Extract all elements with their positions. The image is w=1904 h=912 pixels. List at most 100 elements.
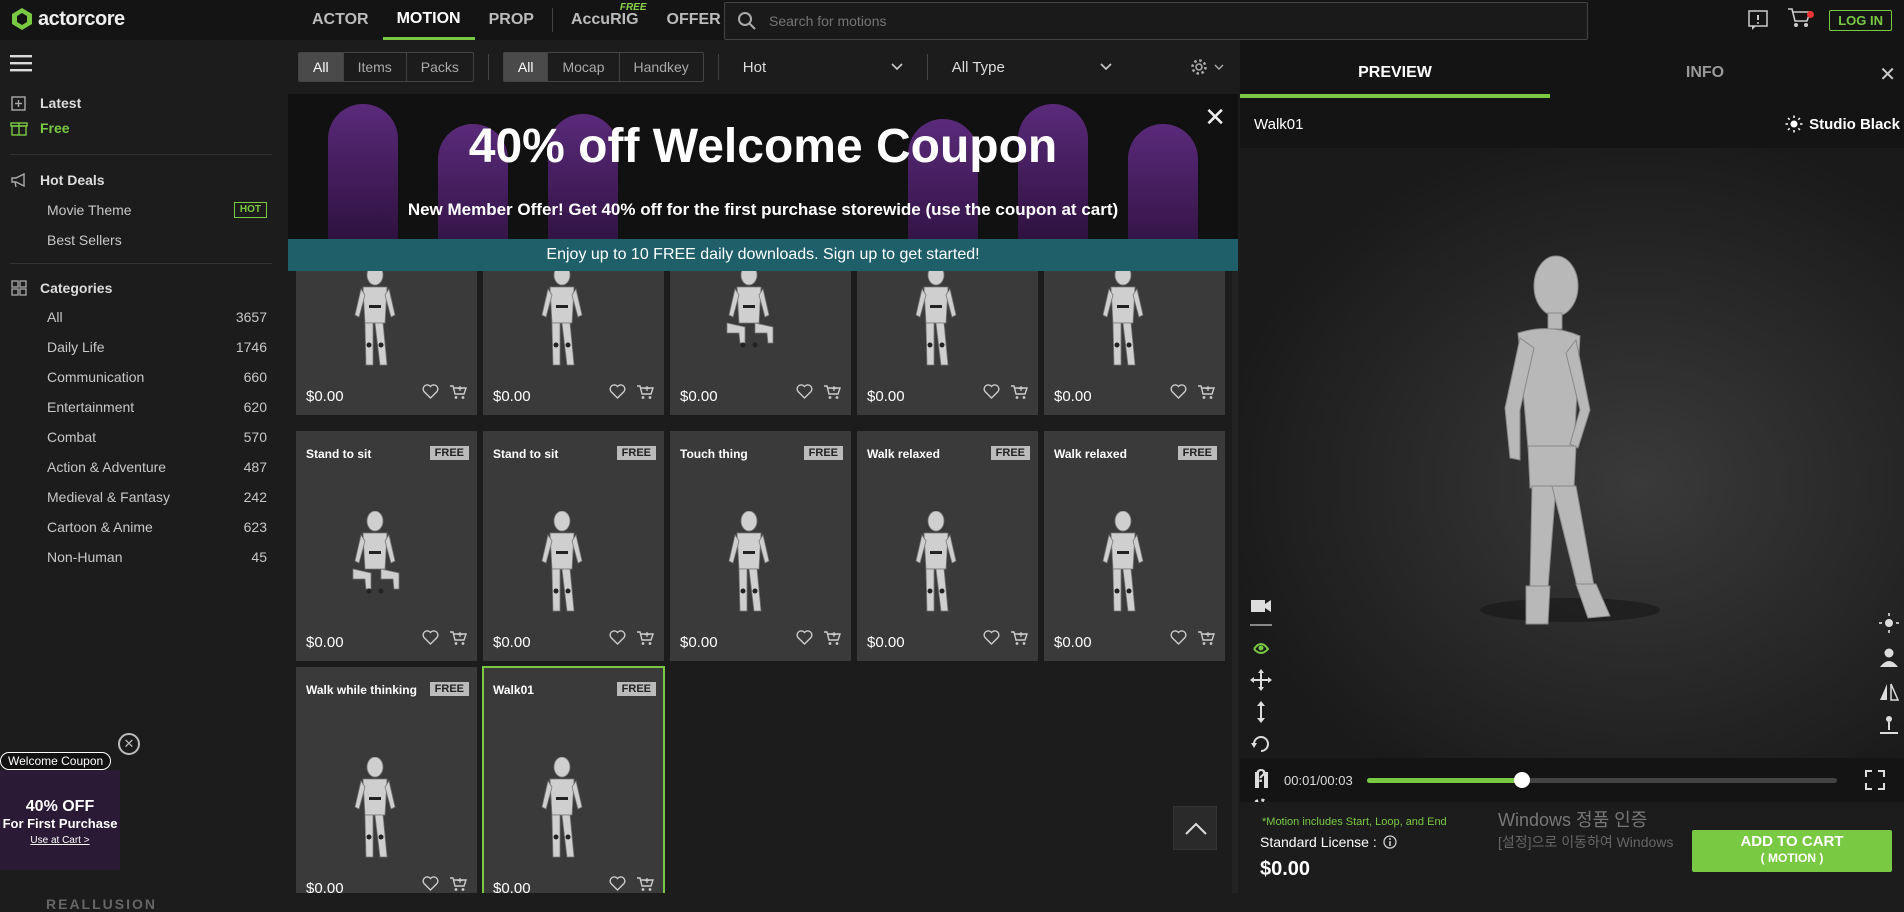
camera-icon[interactable] xyxy=(1250,598,1272,614)
search-input[interactable] xyxy=(769,13,1587,29)
favorite-icon[interactable] xyxy=(609,630,626,651)
category-item[interactable]: Action & Adventure 487 xyxy=(47,459,267,475)
favorite-icon[interactable] xyxy=(1170,384,1187,405)
favorite-icon[interactable] xyxy=(422,384,439,405)
sort-dropdown[interactable]: Hot xyxy=(733,59,913,76)
welcome-coupon-popup[interactable]: ✕ 40% OFF For First Purchase Use at Cart… xyxy=(0,733,140,870)
nav-actor[interactable]: ACTOR xyxy=(298,0,383,40)
favorite-icon[interactable] xyxy=(422,876,439,893)
timeline-slider[interactable] xyxy=(1366,771,1837,788)
add-to-cart-icon[interactable] xyxy=(1197,384,1215,405)
add-to-cart-button[interactable]: ADD TO CART ( MOTION ) xyxy=(1692,830,1892,872)
add-to-cart-icon[interactable] xyxy=(449,630,467,651)
category-item[interactable]: Combat 570 xyxy=(47,429,267,445)
3d-viewport[interactable]: ? xyxy=(1240,148,1904,818)
pause-icon[interactable] xyxy=(1254,771,1270,789)
move-icon[interactable] xyxy=(1250,669,1272,691)
coupon-banner[interactable]: 40% off Welcome Coupon New Member Offer!… xyxy=(288,94,1238,239)
add-to-cart-icon[interactable] xyxy=(1010,384,1028,405)
actorcore-logo[interactable]: actorcore xyxy=(10,7,125,31)
add-to-cart-icon[interactable] xyxy=(1010,630,1028,651)
nav-prop[interactable]: PROP xyxy=(475,0,548,40)
light-icon[interactable] xyxy=(1878,612,1900,634)
favorite-icon[interactable] xyxy=(609,876,626,893)
nav-motion[interactable]: MOTION xyxy=(382,0,475,40)
environment-selector[interactable]: Studio Black xyxy=(1785,115,1900,133)
category-item[interactable]: Medieval & Fantasy 242 xyxy=(47,489,267,505)
favorite-icon[interactable] xyxy=(983,384,1000,405)
vertical-move-icon[interactable] xyxy=(1250,701,1272,723)
add-to-cart-icon[interactable] xyxy=(636,384,654,405)
filter-items[interactable]: Items xyxy=(344,53,407,81)
type-dropdown[interactable]: All Type xyxy=(942,59,1122,76)
use-at-cart-link[interactable]: Use at Cart > xyxy=(0,835,120,846)
login-button[interactable]: LOG IN xyxy=(1829,9,1892,31)
motion-card[interactable]: Walk01 FREE $0.00 xyxy=(482,666,665,893)
sidebar-item-free[interactable]: Free xyxy=(10,119,70,137)
close-icon[interactable]: ✕ xyxy=(1204,102,1226,133)
sidebar-item-hot-deals[interactable]: Hot Deals xyxy=(10,171,105,189)
favorite-icon[interactable] xyxy=(796,630,813,651)
close-icon[interactable]: ✕ xyxy=(1879,62,1896,87)
fullscreen-icon[interactable] xyxy=(1864,770,1885,790)
cart-button[interactable] xyxy=(1787,7,1815,34)
favorite-icon[interactable] xyxy=(1170,630,1187,651)
grid-scrollbar[interactable] xyxy=(1232,271,1238,893)
scroll-top-button[interactable] xyxy=(1173,806,1217,850)
filter-all[interactable]: All xyxy=(503,53,549,81)
motion-card[interactable]: Stand to sit FREE $0.00 xyxy=(483,431,664,661)
sidebar-item-categories[interactable]: Categories xyxy=(10,279,112,297)
motion-card[interactable]: Walk relaxed FREE $0.00 xyxy=(1044,431,1225,661)
character-icon[interactable] xyxy=(1878,646,1900,668)
add-to-cart-icon[interactable] xyxy=(449,876,467,893)
coupon-card[interactable]: 40% OFF For First Purchase Use at Cart > xyxy=(0,770,120,870)
category-item[interactable]: Entertainment 620 xyxy=(47,399,267,415)
motion-card[interactable]: Stand to sit FREE $0.00 xyxy=(296,431,477,661)
nav-offer[interactable]: OFFER xyxy=(653,0,735,40)
tab-info[interactable]: INFO xyxy=(1550,40,1860,98)
motion-card[interactable]: $0.00 xyxy=(483,271,664,415)
sidebar-item-latest[interactable]: Latest xyxy=(10,94,81,112)
category-item[interactable]: Non-Human 45 xyxy=(47,549,267,565)
filter-all[interactable]: All xyxy=(299,53,344,81)
nav-accurig[interactable]: AccuRIG FREE xyxy=(557,0,653,40)
add-to-cart-icon[interactable] xyxy=(636,630,654,651)
info-icon[interactable] xyxy=(1383,835,1397,849)
category-item[interactable]: Cartoon & Anime 623 xyxy=(47,519,267,535)
timeline-knob[interactable] xyxy=(1513,771,1530,788)
motion-card[interactable]: $0.00 xyxy=(670,271,851,415)
walk-motion-icon[interactable] xyxy=(1250,637,1272,659)
filter-packs[interactable]: Packs xyxy=(407,53,473,81)
rotate-icon[interactable] xyxy=(1250,733,1272,755)
filter-mocap[interactable]: Mocap xyxy=(548,53,620,81)
add-to-cart-icon[interactable] xyxy=(449,384,467,405)
add-to-cart-icon[interactable] xyxy=(823,630,841,651)
motion-card[interactable]: $0.00 xyxy=(1044,271,1225,415)
motion-card[interactable]: $0.00 xyxy=(857,271,1038,415)
favorite-icon[interactable] xyxy=(609,384,626,405)
close-icon[interactable]: ✕ xyxy=(118,733,140,755)
motion-card[interactable]: Touch thing FREE $0.00 xyxy=(670,431,851,661)
filter-handkey[interactable]: Handkey xyxy=(620,53,703,81)
category-item[interactable]: Communication 660 xyxy=(47,369,267,385)
menu-icon[interactable] xyxy=(10,54,32,72)
category-item[interactable]: Daily Life 1746 xyxy=(47,339,267,355)
sidebar-item-best-sellers[interactable]: Best Sellers xyxy=(47,232,267,248)
favorite-icon[interactable] xyxy=(983,630,1000,651)
mirror-icon[interactable] xyxy=(1878,680,1900,702)
ground-icon[interactable] xyxy=(1878,714,1900,736)
favorite-icon[interactable] xyxy=(796,384,813,405)
feedback-icon[interactable] xyxy=(1747,9,1769,31)
category-item[interactable]: All 3657 xyxy=(47,309,267,325)
add-to-cart-icon[interactable] xyxy=(1197,630,1215,651)
motion-card[interactable]: Walk relaxed FREE $0.00 xyxy=(857,431,1038,661)
motion-card[interactable]: $0.00 xyxy=(296,271,477,415)
favorite-icon[interactable] xyxy=(422,630,439,651)
signup-strip[interactable]: Enjoy up to 10 FREE daily downloads. Sig… xyxy=(288,239,1238,271)
add-to-cart-icon[interactable] xyxy=(636,876,654,893)
tab-preview[interactable]: PREVIEW xyxy=(1240,40,1550,98)
add-to-cart-icon[interactable] xyxy=(823,384,841,405)
motion-card[interactable]: Walk while thinking FREE $0.00 xyxy=(296,667,477,893)
sidebar-item-movie-theme[interactable]: Movie Theme HOT xyxy=(47,202,267,218)
settings-dropdown[interactable] xyxy=(1190,58,1224,76)
